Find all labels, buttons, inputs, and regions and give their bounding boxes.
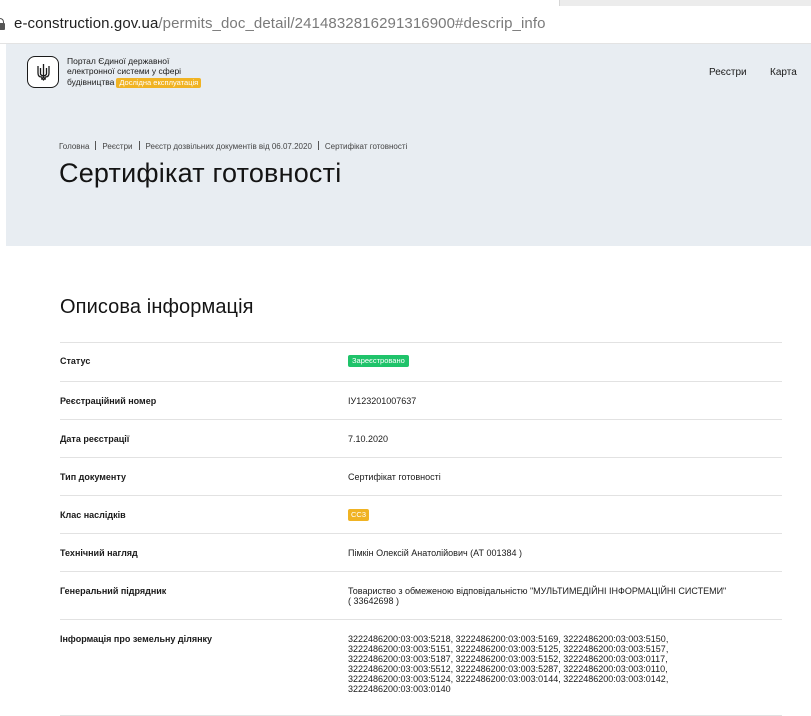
row-status: Статус Зареєстровано	[60, 343, 782, 382]
beta-badge: Дослідна експлуатація	[116, 77, 202, 88]
browser-tab[interactable]	[0, 0, 560, 6]
row-reg-number: Реєстраційний номер ІУ123201007637	[60, 382, 782, 420]
info-table: Статус Зареєстровано Реєстраційний номер…	[60, 342, 782, 716]
row-supervision: Технічний нагляд Пімкін Олексій Анатолій…	[60, 534, 782, 572]
nav-map[interactable]: Карта	[770, 67, 797, 78]
row-label: Технічний нагляд	[60, 548, 138, 558]
site-header: Портал Єдиної державної електронної сист…	[6, 44, 811, 246]
row-value: Товариство з обмеженою відповідальністю …	[348, 586, 727, 606]
breadcrumb-permit-registry[interactable]: Реєстр дозвільних документів від 06.07.2…	[146, 142, 312, 151]
breadcrumb-registries[interactable]: Реєстри	[102, 142, 132, 151]
browser-address-bar[interactable]: e-construction.gov.ua/permits_doc_detail…	[0, 0, 811, 44]
row-label: Генеральний підрядник	[60, 586, 167, 596]
row-label: Статус	[60, 356, 91, 366]
lock-icon[interactable]	[0, 18, 6, 30]
row-value: 3222486200:03:003:5218, 3222486200:03:00…	[348, 634, 669, 694]
row-value: Пімкін Олексій Анатолійович (АТ 001384 )	[348, 548, 523, 558]
row-label: Інформація про земельну ділянку	[60, 634, 213, 644]
row-doc-type: Тип документу Сертифікат готовності	[60, 458, 782, 496]
row-label: Клас наслідків	[60, 510, 126, 520]
row-contractor: Генеральний підрядник Товариство з обмеж…	[60, 572, 782, 620]
row-value: ІУ123201007637	[348, 396, 417, 406]
section-title: Описова інформація	[60, 296, 254, 318]
row-class: Клас наслідків СС3	[60, 496, 782, 534]
row-value: 7.10.2020	[348, 434, 389, 444]
row-label: Тип документу	[60, 472, 126, 482]
row-label: Дата реєстрації	[60, 434, 130, 444]
status-badge: Зареєстровано	[348, 355, 409, 367]
row-land: Інформація про земельну ділянку 32224862…	[60, 620, 782, 716]
row-value: Сертифікат готовності	[348, 472, 441, 482]
breadcrumb: Головна Реєстри Реєстр дозвільних документ…	[59, 141, 407, 151]
trident-logo-icon[interactable]	[27, 56, 59, 88]
browser-tab-strip	[0, 0, 811, 6]
row-reg-date: Дата реєстрації 7.10.2020	[60, 420, 782, 458]
row-label: Реєстраційний номер	[60, 396, 157, 406]
breadcrumb-home[interactable]: Головна	[59, 142, 89, 151]
url-text[interactable]: e-construction.gov.ua/permits_doc_detail…	[14, 15, 546, 32]
class-badge: СС3	[348, 509, 370, 521]
descriptive-info-section: Описова інформація Статус Зареєстровано …	[60, 296, 782, 716]
nav-registries[interactable]: Реєстри	[709, 67, 747, 78]
page-title: Сертифікат готовності	[59, 158, 342, 188]
portal-title[interactable]: Портал Єдиної державної електронної сист…	[67, 56, 202, 88]
breadcrumb-current: Сертифікат готовності	[324, 142, 408, 151]
